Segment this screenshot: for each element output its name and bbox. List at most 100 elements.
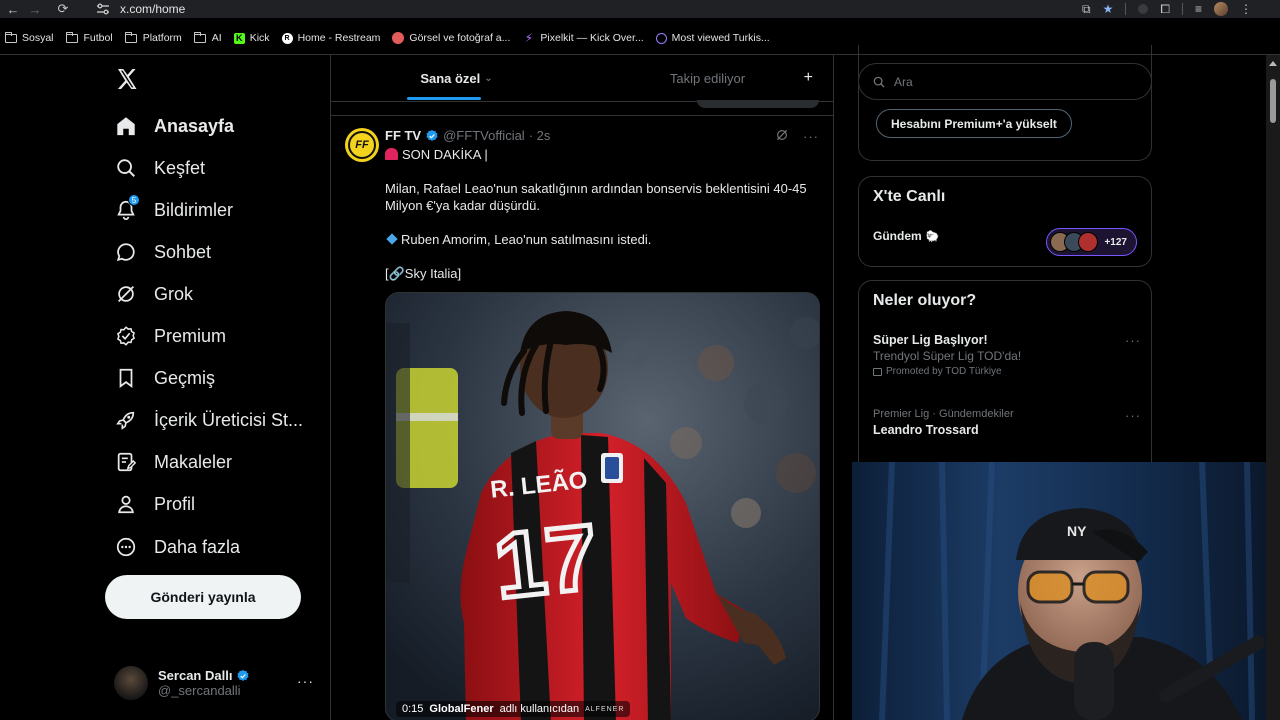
address-bar[interactable]: x.com/home	[94, 0, 185, 18]
more-dots-icon[interactable]: ···	[297, 673, 314, 689]
more-circle-icon	[114, 535, 138, 559]
media-queue-icon[interactable]: ≡	[1195, 2, 1202, 16]
tab-following[interactable]: Takip ediliyor	[582, 55, 833, 101]
video-watermark: ALFENER	[585, 705, 625, 713]
tweet-more-icon[interactable]: ···	[803, 129, 819, 144]
promoted-icon	[873, 367, 882, 376]
install-app-icon[interactable]: ⧉	[1082, 2, 1091, 17]
tab-for-you[interactable]: Sana özel ⌄	[331, 55, 582, 101]
trend-item[interactable]: Süper Lig Başlıyor! Trendyol Süper Lig T…	[873, 333, 1141, 377]
trend-more-icon[interactable]: ···	[1125, 408, 1141, 423]
trends-card: Neler oluyor? Süper Lig Başlıyor! Trendy…	[858, 280, 1152, 480]
video-overlay: 0:15 GlobalFener adlı kullanıcıdan ALFEN…	[396, 701, 631, 717]
sidebar-item-label: Anasayfa	[154, 115, 235, 136]
browser-profile-avatar[interactable]	[1214, 2, 1228, 16]
sidebar-item-notifications[interactable]: 5 Bildirimler	[114, 194, 234, 225]
bookmark-sosyal[interactable]: Sosyal	[4, 31, 62, 44]
bookmark-image-site[interactable]: Görsel ve fotoğraf a...	[392, 32, 518, 44]
add-tab-icon[interactable]: +	[804, 69, 813, 87]
account-handle: @_sercandalli	[158, 683, 241, 698]
tweet-headline: SON DAKİKA |	[402, 147, 488, 162]
upgrade-premium-button[interactable]: Hesabını Premium+'a yükselt	[876, 109, 1072, 138]
search-icon	[873, 76, 885, 87]
bookmark-pixelkit[interactable]: ⚡ Pixelkit — Kick Over...	[522, 31, 651, 45]
account-switcher[interactable]: Sercan Dallı @_sercandalli ···	[114, 663, 324, 703]
sidebar-item-profile[interactable]: Profil	[114, 489, 195, 519]
sidebar-item-label: Bildirimler	[154, 199, 234, 220]
trend-item[interactable]: Premier Lig · Gündemdekiler Leandro Tros…	[873, 408, 1141, 437]
trend-title: Leandro Trossard	[873, 423, 979, 437]
tweet-video[interactable]: R. LEÃO 17 0:15 GlobalFener adlı kullanı…	[385, 292, 820, 720]
live-listener-count: +127	[1104, 236, 1127, 248]
live-topic[interactable]: Gündem 🐑	[873, 229, 939, 243]
scroll-up-icon[interactable]	[1269, 61, 1277, 66]
tweet-author-handle[interactable]: @FFTVofficial	[443, 128, 525, 143]
extension-dot-icon[interactable]	[1138, 4, 1149, 14]
bookmark-ai[interactable]: AI	[194, 31, 230, 44]
sidebar-item-home[interactable]: Anasayfa	[114, 111, 234, 141]
bookmark-kick[interactable]: K Kick	[233, 32, 278, 44]
composer-post-button-partial[interactable]	[697, 100, 819, 108]
back-icon[interactable]: ←	[2, 0, 24, 18]
toolbar-separator	[1181, 3, 1183, 15]
sidebar-item-label: Profil	[154, 493, 196, 514]
sidebar-item-chat[interactable]: Sohbet	[114, 237, 211, 267]
sidebar-item-grok[interactable]: Grok	[114, 279, 193, 309]
bookmark-futbol[interactable]: Futbol	[66, 31, 121, 44]
post-button[interactable]: Gönderi yayınla	[105, 575, 301, 619]
sidebar-item-creator-studio[interactable]: İçerik Üreticisi St...	[114, 405, 303, 435]
image-site-icon	[392, 32, 405, 44]
live-spaces-pill[interactable]: +127	[1046, 228, 1137, 256]
tweet-time[interactable]: · 2s	[529, 128, 551, 143]
verified-badge-icon	[237, 669, 249, 681]
jersey-number-text: 17	[490, 506, 602, 618]
site-settings-icon[interactable]	[94, 2, 112, 16]
sidebar-item-label: Premium	[154, 325, 227, 346]
bookmark-restream[interactable]: R Home - Restream	[281, 32, 389, 44]
chat-icon	[114, 240, 138, 264]
sidebar-item-label: Makaleler	[154, 451, 233, 472]
live-card: X'te Canlı Gündem 🐑 +127	[858, 176, 1152, 267]
tweet-author-name[interactable]: FF TV	[385, 128, 421, 143]
page-scrollbar[interactable]	[1266, 55, 1280, 720]
video-credit-suffix: adlı kullanıcıdan	[499, 703, 580, 715]
pixelkit-icon: ⚡	[524, 31, 534, 45]
bookmark-star-icon[interactable]: ★	[1103, 2, 1114, 16]
bookmark-most-viewed[interactable]: Most viewed Turkis...	[655, 32, 778, 44]
trend-subtitle: Trendyol Süper Lig TOD'da!	[873, 349, 1022, 363]
toolbar-separator	[1125, 3, 1127, 15]
video-credit-user[interactable]: GlobalFener	[429, 703, 493, 715]
x-logo-icon[interactable]	[115, 67, 139, 91]
sidebar-item-premium[interactable]: Premium	[114, 321, 226, 351]
grok-explain-icon[interactable]	[775, 128, 789, 145]
scroll-thumb[interactable]	[1270, 79, 1276, 123]
folder-icon	[66, 31, 79, 44]
tweet-text: SON DAKİKA | Milan, Rafael Leao'nun saka…	[385, 146, 815, 282]
forward-icon[interactable]: →	[24, 0, 46, 18]
tweet-header: FF TV @FFTVofficial · 2s	[385, 128, 550, 143]
bell-icon: 5	[114, 194, 140, 222]
trend-more-icon[interactable]: ···	[1125, 333, 1141, 348]
extensions-puzzle-icon[interactable]: ⧠	[1160, 2, 1170, 17]
tweet-paragraph: Ruben Amorim, Leao'nun satılmasını isted…	[401, 232, 652, 247]
tweet-source: [🔗Sky Italia]	[385, 266, 462, 281]
svg-text:NY: NY	[1067, 523, 1087, 539]
sidebar-item-explore[interactable]: Keşfet	[114, 153, 205, 183]
reload-icon[interactable]: ⟳	[52, 0, 74, 18]
bookmark-platform[interactable]: Platform	[125, 31, 190, 44]
sidebar-item-more[interactable]: Daha fazla	[114, 532, 240, 562]
url-text[interactable]: x.com/home	[120, 2, 185, 16]
trend-title: Süper Lig Başlıyor!	[873, 333, 988, 347]
sidebar-item-articles[interactable]: Makaleler	[114, 447, 232, 477]
siren-emoji-icon	[385, 148, 398, 160]
tweet-avatar[interactable]: FF	[345, 128, 379, 162]
live-card-title: X'te Canlı	[873, 188, 946, 205]
video-frame-leao: R. LEÃO 17	[386, 293, 819, 720]
account-name: Sercan Dallı	[158, 668, 233, 683]
sidebar-item-label: Sohbet	[154, 241, 212, 262]
search-input[interactable]	[894, 74, 1134, 89]
left-sidebar: Anasayfa Keşfet 5 Bildirimler Sohbet Gro…	[0, 55, 330, 720]
browser-menu-icon[interactable]: ⋮	[1240, 2, 1252, 16]
sidebar-item-bookmarks[interactable]: Geçmiş	[114, 363, 215, 393]
search-bar[interactable]	[858, 63, 1152, 100]
